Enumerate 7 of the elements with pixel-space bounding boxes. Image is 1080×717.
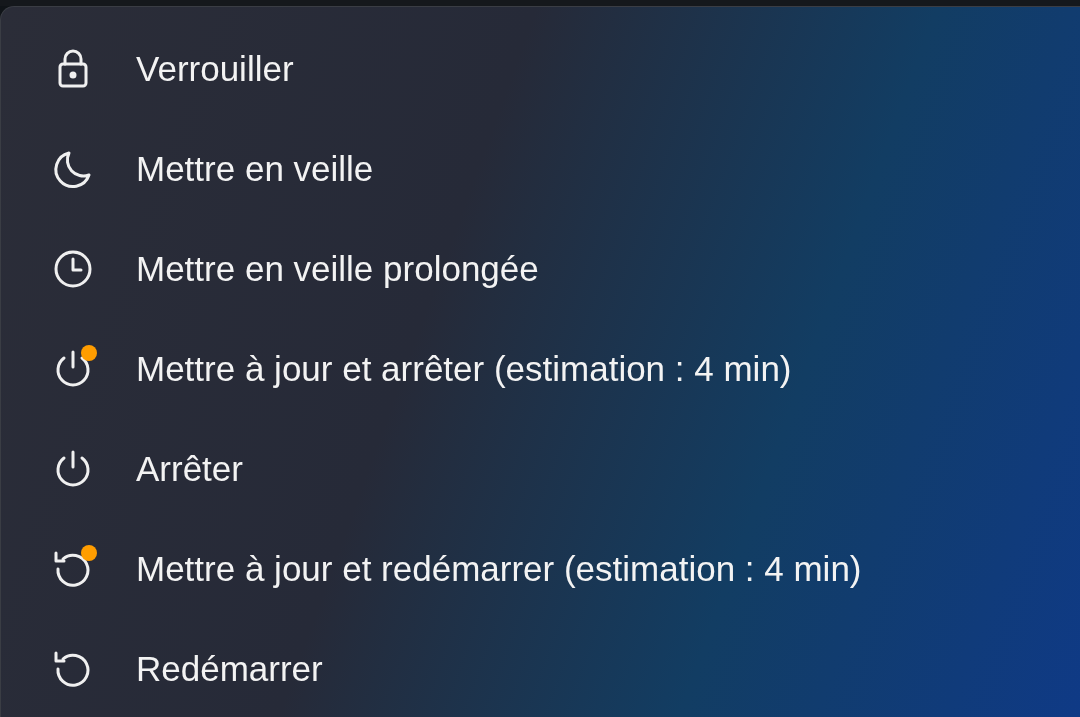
- menu-item[interactable]: Redémarrer: [136, 642, 323, 696]
- menu-item[interactable]: Verrouiller: [136, 42, 294, 96]
- menu-item[interactable]: Mettre à jour et redémarrer (estimation : 4 min): [136, 542, 862, 596]
- menu-item[interactable]: Mettre en veille: [136, 142, 374, 196]
- menu-item[interactable]: Arrêter: [136, 442, 243, 496]
- menu-item[interactable]: Mettre en veille prolongée: [136, 242, 539, 296]
- menu-item[interactable]: Mettre à jour et arrêter (estimation : 4 min): [136, 342, 792, 396]
